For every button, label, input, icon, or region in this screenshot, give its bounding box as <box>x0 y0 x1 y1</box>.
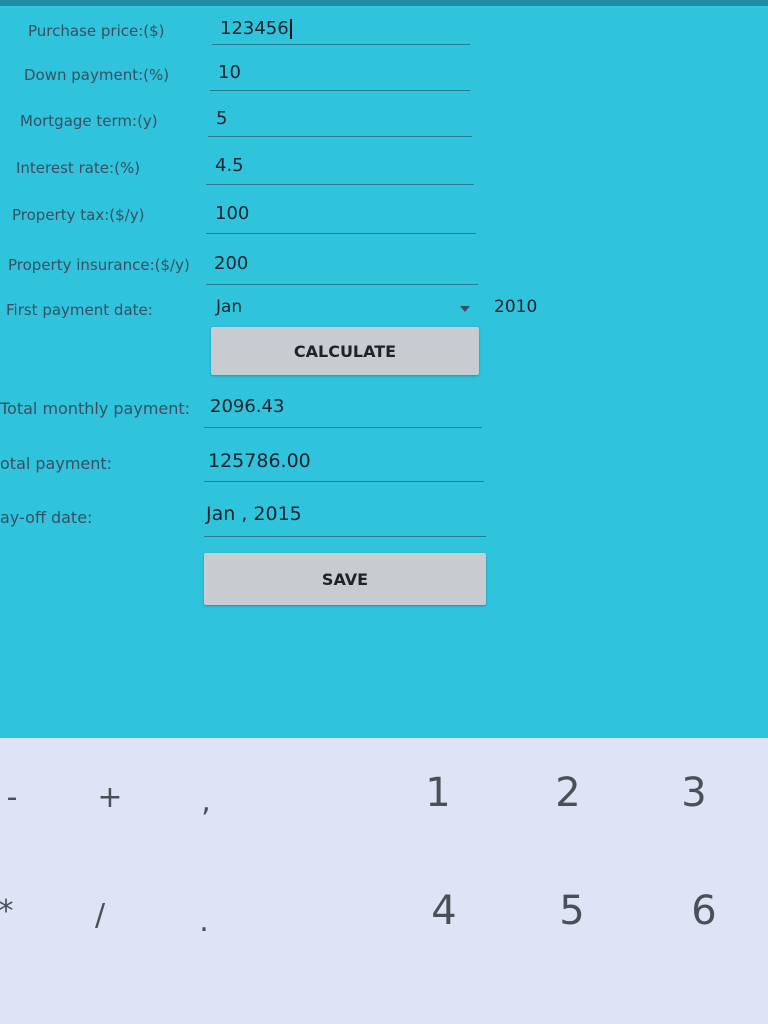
key-5[interactable]: 5 <box>542 888 602 934</box>
year-input[interactable]: 2010 <box>494 297 537 317</box>
purchase-price-input[interactable]: 123456 <box>220 18 292 39</box>
total-payment-underline <box>204 481 484 482</box>
down-payment-underline <box>210 90 470 91</box>
key-period[interactable]: . <box>184 904 224 939</box>
total-monthly-payment-value: 2096.43 <box>210 396 285 417</box>
purchase-price-label: Purchase price:($) <box>28 22 165 40</box>
month-spinner-value: Jan <box>216 297 243 317</box>
down-payment-label: Down payment:(%) <box>24 66 170 84</box>
payoff-date-value: Jan , 2015 <box>206 503 302 525</box>
numeric-keyboard: - + , 1 2 3 * / . 4 5 6 <box>0 738 768 1024</box>
payoff-date-label: ay-off date: <box>0 508 93 527</box>
key-minus[interactable]: - <box>0 780 32 815</box>
down-payment-input[interactable]: 10 <box>218 62 241 83</box>
purchase-price-value: 123456 <box>220 18 289 39</box>
total-monthly-underline <box>204 427 482 428</box>
key-divide[interactable]: / <box>80 898 120 933</box>
property-insurance-underline <box>206 284 478 285</box>
key-2[interactable]: 2 <box>538 770 598 816</box>
key-comma[interactable]: , <box>186 784 226 819</box>
total-monthly-payment-label: Total monthly payment: <box>0 399 191 418</box>
property-tax-input[interactable]: 100 <box>215 203 249 224</box>
property-insurance-input[interactable]: 200 <box>214 253 248 274</box>
key-multiply[interactable]: * <box>0 894 26 929</box>
key-6[interactable]: 6 <box>674 888 734 934</box>
total-payment-label: otal payment: <box>0 454 113 473</box>
interest-rate-underline <box>206 184 474 185</box>
purchase-price-underline <box>212 44 470 45</box>
first-payment-date-label: First payment date: <box>6 301 153 319</box>
payoff-date-underline <box>204 536 486 537</box>
calculate-button[interactable]: CALCULATE <box>211 327 479 375</box>
key-4[interactable]: 4 <box>414 888 474 934</box>
month-spinner[interactable]: Jan <box>210 296 482 322</box>
save-button[interactable]: SAVE <box>204 553 486 605</box>
text-cursor <box>289 19 292 39</box>
interest-rate-label: Interest rate:(%) <box>16 159 141 177</box>
total-payment-value: 125786.00 <box>208 450 311 472</box>
property-insurance-label: Property insurance:($/y) <box>8 256 190 274</box>
property-tax-label: Property tax:($/y) <box>12 206 145 224</box>
mortgage-term-underline <box>208 136 472 137</box>
status-bar <box>0 0 768 6</box>
interest-rate-input[interactable]: 4.5 <box>215 155 244 176</box>
property-tax-underline <box>206 233 476 234</box>
key-1[interactable]: 1 <box>408 770 468 816</box>
key-3[interactable]: 3 <box>664 770 724 816</box>
dropdown-arrow-icon <box>460 306 470 312</box>
mortgage-term-label: Mortgage term:(y) <box>20 112 158 130</box>
mortgage-term-input[interactable]: 5 <box>216 108 227 129</box>
key-plus[interactable]: + <box>90 780 130 815</box>
